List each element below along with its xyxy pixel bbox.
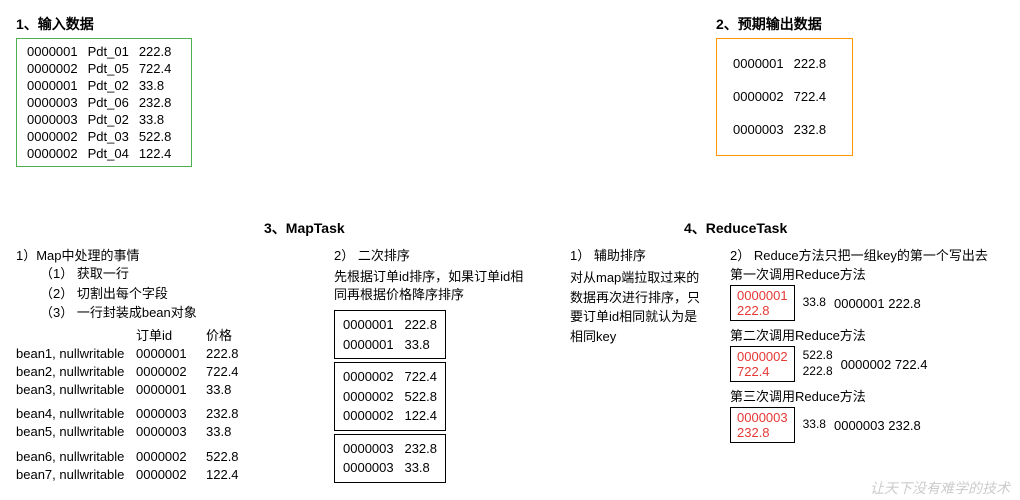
table-row: 0000002722.4 <box>733 80 836 113</box>
reduce-extra: 33.8 <box>803 295 826 311</box>
table-row: 0000002Pdt_04122.4 <box>27 145 181 162</box>
expected-output-box: 0000001222.8 0000002722.4 0000003232.8 <box>716 38 853 156</box>
map-step-1: （1） 获取一行 <box>40 264 239 284</box>
table-row: 0000002Pdt_03522.8 <box>27 128 181 145</box>
table-row: 0000001Pdt_0233.8 <box>27 77 181 94</box>
reduce-extra: 522.8 222.8 <box>803 348 833 379</box>
reduce-call-2: 第二次调用Reduce方法 0000002 722.4 522.8 222.8 … <box>730 325 1010 382</box>
input-data-box: 0000001Pdt_01222.8 0000002Pdt_05722.4 00… <box>16 38 192 167</box>
expected-output-table: 0000001222.8 0000002722.4 0000003232.8 <box>733 47 836 147</box>
table-row: 0000001222.8 <box>733 47 836 80</box>
bean-row: bean3, nullwritable000000133.8 <box>16 381 239 399</box>
map-sub1-title: 1）Map中处理的事情 <box>16 245 239 264</box>
bean-row: bean2, nullwritable0000002722.4 <box>16 363 239 381</box>
reduce-key-box: 0000003 232.8 <box>730 407 795 443</box>
reduce-call-3: 第三次调用Reduce方法 0000003 232.8 33.8 0000003… <box>730 386 1010 443</box>
reduce-output: 0000001 222.8 <box>834 296 921 311</box>
bean-row: bean4, nullwritable0000003232.8 <box>16 405 239 423</box>
bean-row: bean5, nullwritable000000333.8 <box>16 423 239 441</box>
table-row: 0000003Pdt_06232.8 <box>27 94 181 111</box>
bean-row: bean6, nullwritable0000002522.8 <box>16 448 239 466</box>
table-row: 0000003232.8 <box>733 113 836 146</box>
map-step-2: （2） 切割出每个字段 <box>40 284 239 304</box>
bean-header-price: 价格 <box>206 328 232 343</box>
reduce-key-box: 0000001 222.8 <box>730 285 795 321</box>
map-sub2-title: 2） 二次排序 <box>334 245 524 264</box>
section2-title: 2、预期输出数据 <box>716 14 853 34</box>
reduce-sub1-title: 1） 辅助排序 <box>570 245 710 264</box>
section3-title: 3、MapTask <box>264 218 345 238</box>
watermark-text: 让天下没有难学的技术 <box>870 478 1010 498</box>
reduce-extra: 33.8 <box>803 417 826 433</box>
reduce-output: 0000003 232.8 <box>834 418 921 433</box>
sort-group-1: 0000001 222.8 0000001 33.8 <box>334 310 446 359</box>
map-step-3: （3） 一行封装成bean对象 <box>40 303 239 323</box>
input-data-table: 0000001Pdt_01222.8 0000002Pdt_05722.4 00… <box>27 43 181 162</box>
reduce-sub2-title: 2） Reduce方法只把一组key的第一个写出去 <box>730 245 1010 264</box>
sort-group-3: 0000003 232.8 0000003 33.8 <box>334 434 446 483</box>
bean-header-id: 订单id <box>136 327 206 345</box>
sort-group-2: 0000002 722.4 0000002 522.8 0000002 122.… <box>334 362 446 431</box>
reduce-sub1-desc: 对从map端拉取过来的数据再次进行排序，只要订单id相同就认为是相同key <box>570 268 710 346</box>
section4-title: 4、ReduceTask <box>684 218 787 238</box>
reduce-output: 0000002 722.4 <box>841 357 928 372</box>
reduce-key-box: 0000002 722.4 <box>730 346 795 382</box>
bean-row: bean7, nullwritable0000002122.4 <box>16 466 239 484</box>
table-row: 0000003Pdt_0233.8 <box>27 111 181 128</box>
reduce-call-1: 第一次调用Reduce方法 0000001 222.8 33.8 0000001… <box>730 264 1010 321</box>
table-row: 0000001Pdt_01222.8 <box>27 43 181 60</box>
map-sub2-desc: 先根据订单id排序，如果订单id相同再根据价格降序排序 <box>334 268 524 304</box>
table-row: 0000002Pdt_05722.4 <box>27 60 181 77</box>
section1-title: 1、输入数据 <box>16 14 192 34</box>
bean-row: bean1, nullwritable0000001222.8 <box>16 345 239 363</box>
